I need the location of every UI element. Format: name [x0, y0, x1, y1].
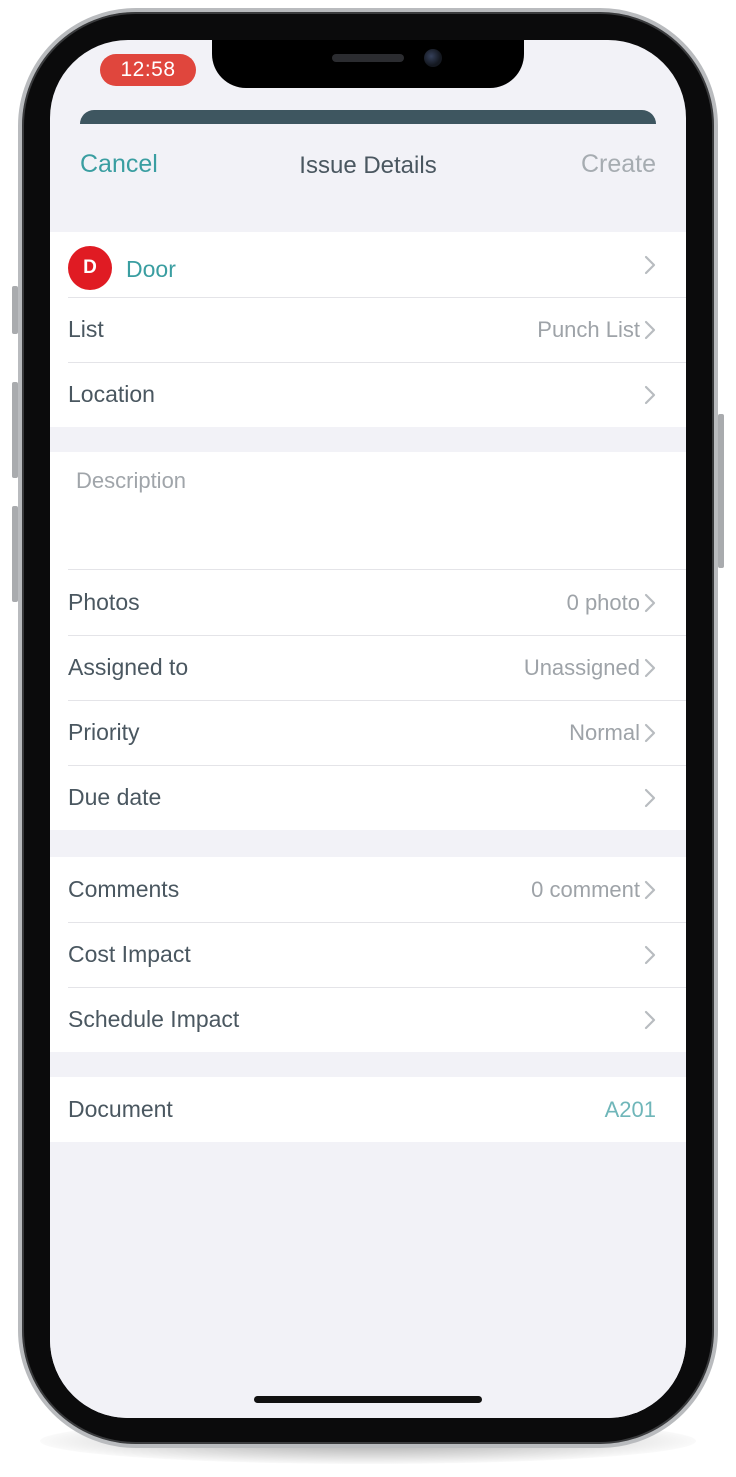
priority-value: Normal: [569, 719, 640, 745]
due-date-row[interactable]: Due date: [50, 765, 686, 830]
issue-details-sheet: Cancel Issue Details Create D Door List …: [50, 124, 686, 1418]
list-value: Punch List: [537, 316, 640, 342]
group-basic: D Door List Punch List Location: [50, 232, 686, 427]
nav-bar: Cancel Issue Details Create: [50, 124, 686, 208]
issue-type-badge: D: [68, 245, 112, 290]
due-date-label: Due date: [68, 784, 162, 810]
photos-label: Photos: [68, 589, 140, 615]
cost-impact-row[interactable]: Cost Impact: [50, 922, 686, 987]
document-label: Document: [68, 1096, 173, 1122]
assigned-to-row[interactable]: Assigned to Unassigned: [50, 635, 686, 700]
chevron-right-icon: [644, 385, 656, 404]
priority-row[interactable]: Priority Normal: [50, 700, 686, 765]
list-label: List: [68, 316, 104, 342]
volume-up-button: [12, 382, 18, 478]
cost-impact-label: Cost Impact: [68, 941, 191, 967]
assigned-to-label: Assigned to: [68, 654, 189, 680]
chevron-right-icon: [644, 593, 656, 612]
status-time: 12:58: [100, 54, 196, 86]
schedule-impact-label: Schedule Impact: [68, 1006, 240, 1032]
description-placeholder: Description: [76, 468, 187, 493]
issue-type-row[interactable]: D Door: [50, 232, 686, 297]
group-impact: Comments 0 comment Cost Impact Schedule …: [50, 857, 686, 1052]
front-camera: [424, 49, 442, 67]
schedule-impact-row[interactable]: Schedule Impact: [50, 987, 686, 1052]
chevron-right-icon: [644, 658, 656, 677]
chevron-right-icon: [644, 788, 656, 807]
chevron-right-icon: [644, 255, 656, 274]
notch: [212, 40, 524, 88]
page-title: Issue Details: [299, 152, 437, 179]
chevron-right-icon: [644, 1010, 656, 1029]
group-details: Description Photos 0 photo Assigned to U…: [50, 452, 686, 830]
assigned-to-value: Unassigned: [523, 654, 640, 680]
comments-value: 0 comment: [531, 876, 640, 902]
create-button[interactable]: Create: [581, 150, 656, 179]
chevron-right-icon: [644, 945, 656, 964]
location-label: Location: [68, 381, 155, 407]
home-indicator: [254, 1396, 482, 1403]
document-row[interactable]: Document A201: [50, 1077, 686, 1142]
comments-label: Comments: [68, 876, 180, 902]
screen: 12:58 Cancel Issue Details Create D Door…: [50, 40, 686, 1418]
mute-switch: [12, 286, 18, 334]
priority-label: Priority: [68, 719, 140, 745]
photos-value: 0 photo: [566, 589, 640, 615]
chevron-right-icon: [644, 880, 656, 899]
photos-row[interactable]: Photos 0 photo: [50, 570, 686, 635]
issue-type-label: Door: [126, 256, 176, 282]
power-button: [718, 414, 724, 568]
cancel-button[interactable]: Cancel: [80, 150, 158, 179]
chevron-right-icon: [644, 723, 656, 742]
comments-row[interactable]: Comments 0 comment: [50, 857, 686, 922]
list-row[interactable]: List Punch List: [50, 297, 686, 362]
speaker-grille: [332, 54, 404, 62]
chevron-right-icon: [644, 320, 656, 339]
group-document: Document A201: [50, 1077, 686, 1142]
description-field[interactable]: Description: [50, 452, 686, 570]
volume-down-button: [12, 506, 18, 602]
location-row[interactable]: Location: [50, 362, 686, 427]
document-link[interactable]: A201: [605, 1097, 656, 1123]
